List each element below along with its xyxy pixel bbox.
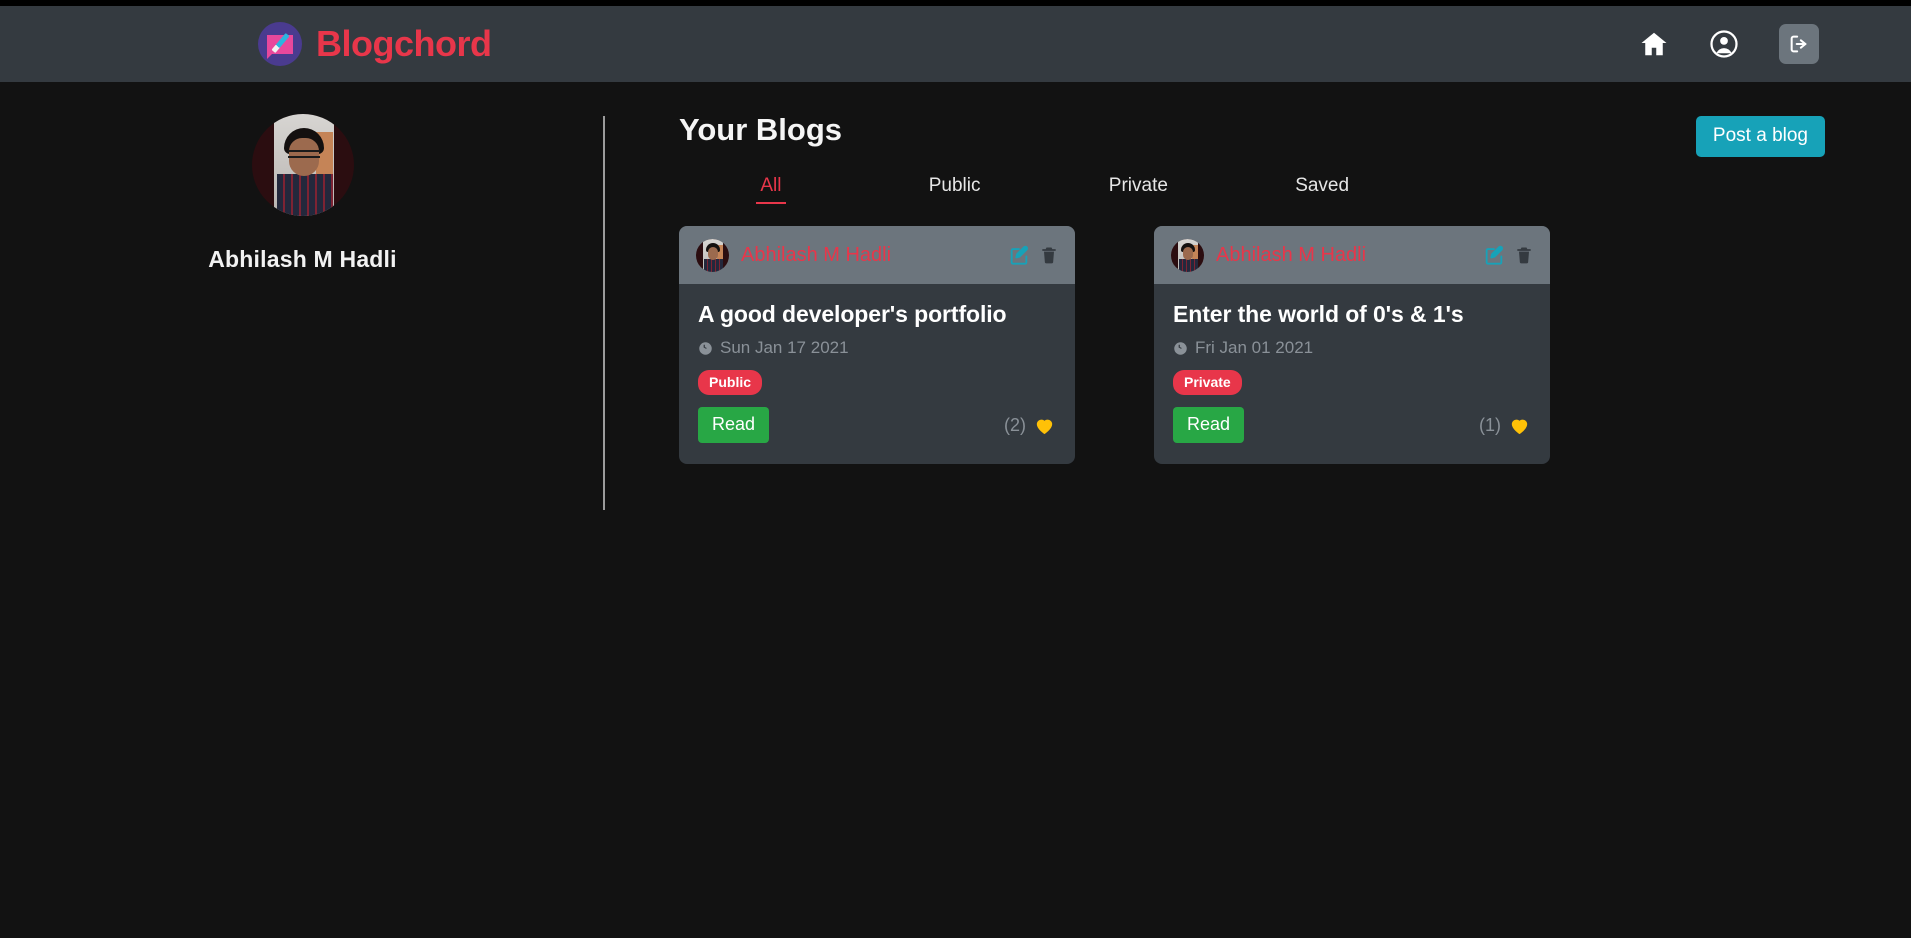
blog-date: Sun Jan 17 2021	[698, 338, 1056, 358]
blog-title: Enter the world of 0's & 1's	[1173, 301, 1464, 327]
edit-square-icon[interactable]	[1008, 244, 1030, 266]
blog-filter-tabs: All Public Private Saved	[679, 175, 1414, 204]
profile-name: Abhilash M Hadli	[208, 246, 397, 272]
heart-icon[interactable]	[1033, 414, 1056, 437]
tab-all[interactable]: All	[679, 175, 863, 204]
trash-icon[interactable]	[1514, 245, 1534, 265]
blog-card-header: Abhilash M Hadli	[679, 226, 1075, 284]
blog-card-list: Abhilash M Hadli A good developer's port…	[679, 226, 1821, 464]
blog-card-footer: Read (2)	[698, 407, 1056, 443]
clock-icon	[1173, 341, 1188, 356]
blog-card-actions	[1008, 244, 1059, 266]
logout-icon[interactable]	[1779, 24, 1819, 64]
tab-private[interactable]: Private	[1047, 175, 1231, 204]
like-group: (1)	[1479, 414, 1531, 437]
like-count: (1)	[1479, 414, 1501, 435]
blog-card[interactable]: Abhilash M Hadli	[679, 226, 1075, 464]
blog-date-text: Fri Jan 01 2021	[1195, 338, 1314, 357]
blog-card-body: A good developer's portfolio Sun Jan 17 …	[679, 284, 1075, 464]
blog-card[interactable]: Abhilash M Hadli	[1154, 226, 1550, 464]
page-body: Abhilash M Hadli Your Blogs Post a blog …	[0, 82, 1911, 510]
like-group: (2)	[1004, 414, 1056, 437]
blog-date-text: Sun Jan 17 2021	[720, 338, 849, 357]
blog-card-header: Abhilash M Hadli	[1154, 226, 1550, 284]
user-avatar-photo	[1171, 238, 1204, 272]
tab-saved[interactable]: Saved	[1230, 175, 1414, 204]
main-header: Your Blogs Post a blog	[679, 108, 1825, 157]
visibility-badge: Private	[1173, 370, 1242, 395]
blog-author-name: Abhilash M Hadli	[741, 243, 892, 266]
page-title: Your Blogs	[679, 112, 843, 147]
user-avatar-photo	[696, 238, 729, 272]
post-a-blog-button[interactable]: Post a blog	[1695, 116, 1825, 157]
account-circle-icon[interactable]	[1709, 29, 1739, 59]
profile-sidebar: Abhilash M Hadli	[0, 108, 605, 510]
home-icon[interactable]	[1639, 29, 1669, 59]
main-content: Your Blogs Post a blog All Public Privat…	[605, 108, 1911, 464]
blog-title: A good developer's portfolio	[698, 301, 1007, 327]
blog-date: Fri Jan 01 2021	[1173, 338, 1531, 358]
clock-icon	[698, 341, 713, 356]
blog-pencil-logo-icon	[258, 22, 302, 66]
read-button[interactable]: Read	[1173, 407, 1245, 443]
tab-public[interactable]: Public	[863, 175, 1047, 204]
brand-logo-link[interactable]: Blogchord	[258, 22, 492, 66]
read-button[interactable]: Read	[698, 407, 770, 443]
navbar: Blogchord	[0, 6, 1911, 82]
blog-card-actions	[1483, 244, 1534, 266]
blog-card-body: Enter the world of 0's & 1's Fri Jan 01 …	[1154, 284, 1550, 464]
heart-icon[interactable]	[1508, 414, 1531, 437]
trash-icon[interactable]	[1039, 245, 1059, 265]
visibility-badge: Public	[698, 370, 763, 395]
edit-square-icon[interactable]	[1483, 244, 1505, 266]
like-count: (2)	[1004, 414, 1026, 435]
blog-card-footer: Read (1)	[1173, 407, 1531, 443]
user-avatar-photo	[251, 114, 354, 216]
blog-author-name: Abhilash M Hadli	[1216, 243, 1367, 266]
brand-name: Blogchord	[316, 23, 492, 64]
navbar-actions	[1639, 24, 1819, 64]
